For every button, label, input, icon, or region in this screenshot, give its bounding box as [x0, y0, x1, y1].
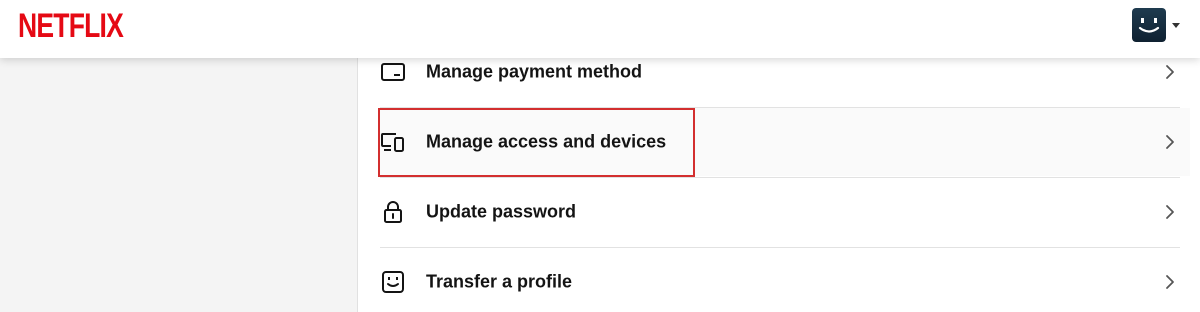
lock-icon [384, 201, 402, 223]
chevron-right-icon [1166, 135, 1174, 149]
netflix-logo[interactable]: NETFLIX [18, 6, 124, 46]
menu-item-label: Manage payment method [426, 61, 643, 82]
smiley-profile-icon [1132, 8, 1166, 42]
menu-item-label: Transfer a profile [426, 271, 573, 292]
menu-item-label: Manage access and devices [426, 131, 667, 152]
menu-item-transfer-a-profile[interactable]: Transfer a profile [380, 248, 1190, 312]
menu-item-label: Update password [426, 201, 577, 222]
left-sidebar-panel [0, 58, 358, 312]
profile-menu-button[interactable] [1132, 8, 1188, 42]
top-header: NETFLIX [0, 0, 1200, 58]
devices-icon [381, 133, 404, 152]
chevron-right-icon [1166, 65, 1174, 79]
caret-down-icon [1172, 22, 1180, 28]
chevron-right-icon [1166, 205, 1174, 219]
menu-item-manage-access-and-devices[interactable]: Manage access and devices [380, 108, 1190, 176]
menu-item-update-password[interactable]: Update password [380, 178, 1190, 246]
credit-card-icon [381, 63, 405, 81]
chevron-right-icon [1166, 275, 1174, 289]
profile-transfer-icon [382, 271, 404, 293]
